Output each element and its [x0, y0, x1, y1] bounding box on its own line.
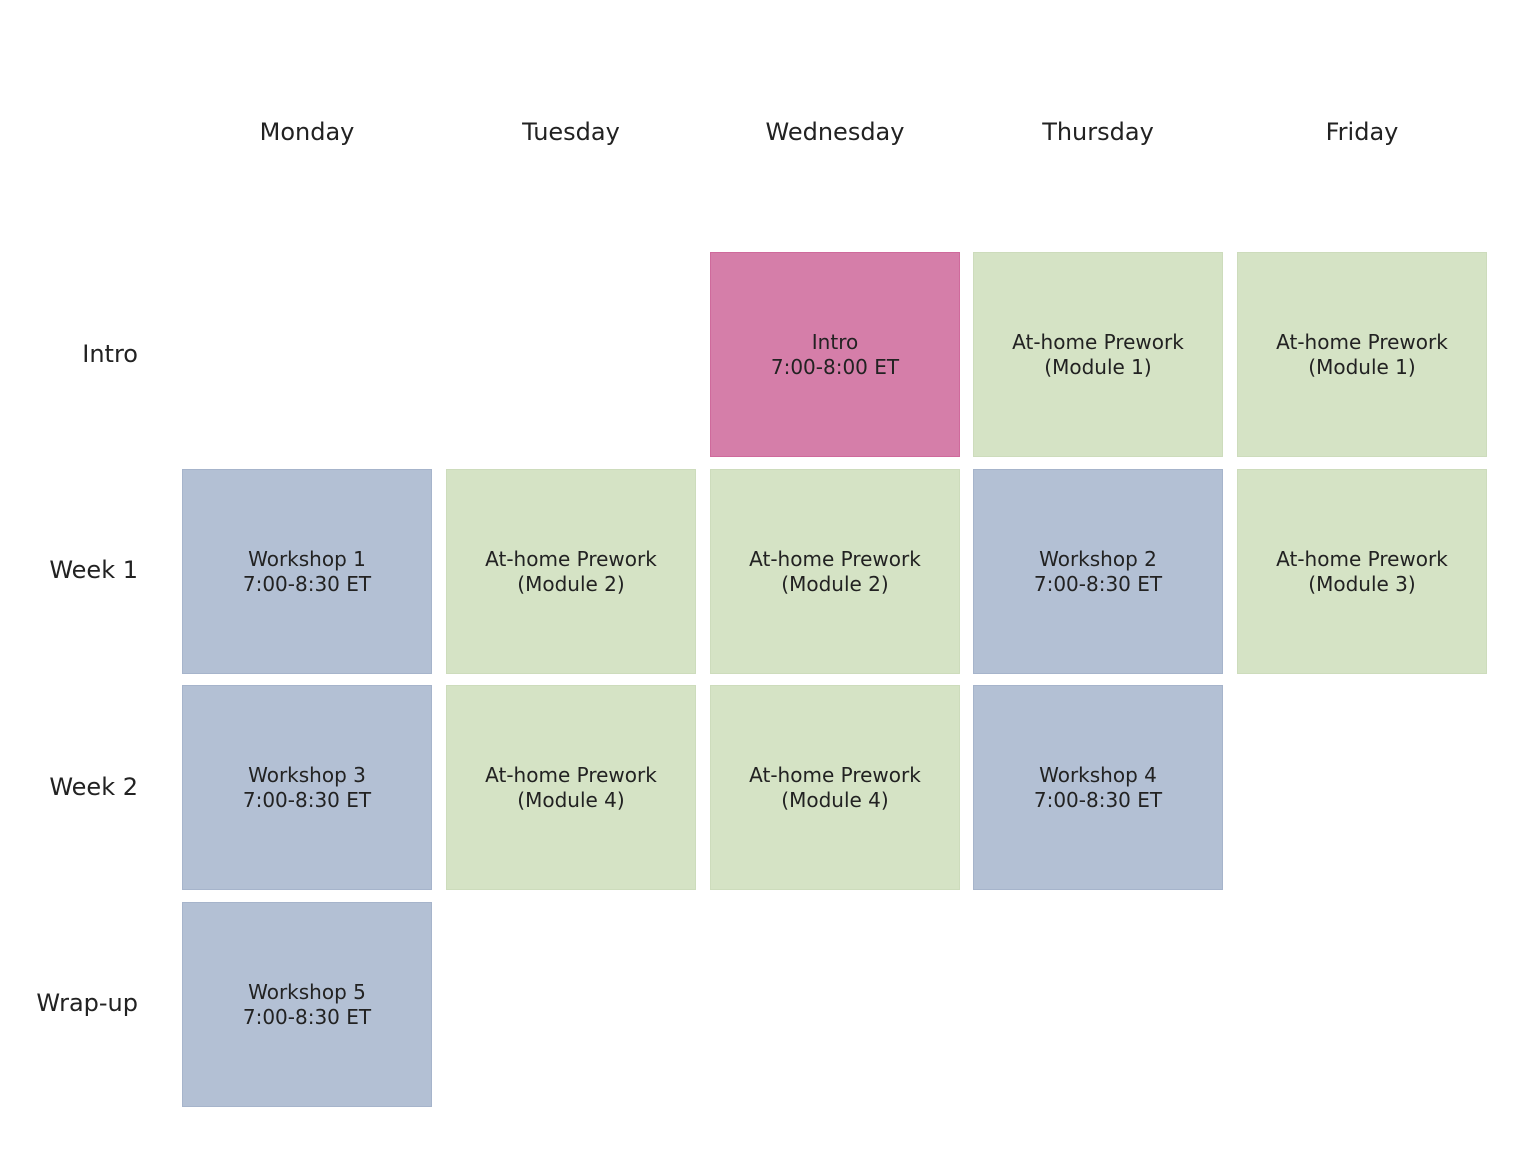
prework-cell: At-home Prework (Module 2): [446, 469, 696, 674]
cell-detail: 7:00-8:30 ET: [1033, 571, 1163, 596]
cell-title: At-home Prework: [749, 546, 921, 571]
workshop-cell: Workshop 4 7:00-8:30 ET: [973, 685, 1223, 890]
cell-detail: (Module 4): [517, 787, 625, 812]
cell-detail: (Module 1): [1308, 354, 1416, 379]
cell-detail: 7:00-8:30 ET: [242, 1004, 372, 1029]
row-header-week-1: Week 1: [49, 556, 138, 584]
workshop-cell: Workshop 3 7:00-8:30 ET: [182, 685, 432, 890]
cell-title: Intro: [811, 329, 859, 354]
workshop-cell: Workshop 2 7:00-8:30 ET: [973, 469, 1223, 674]
cell-detail: 7:00-8:30 ET: [242, 787, 372, 812]
cell-title: Workshop 5: [248, 979, 366, 1004]
cell-detail: 7:00-8:00 ET: [770, 354, 900, 379]
cell-detail: (Module 1): [1044, 354, 1152, 379]
column-header-thursday: Thursday: [1042, 118, 1154, 146]
cell-detail: (Module 3): [1308, 571, 1416, 596]
workshop-cell: Workshop 5 7:00-8:30 ET: [182, 902, 432, 1107]
column-header-tuesday: Tuesday: [522, 118, 620, 146]
cell-title: At-home Prework: [485, 762, 657, 787]
prework-cell: At-home Prework (Module 3): [1237, 469, 1487, 674]
column-header-wednesday: Wednesday: [765, 118, 905, 146]
prework-cell: At-home Prework (Module 2): [710, 469, 960, 674]
prework-cell: At-home Prework (Module 1): [1237, 252, 1487, 457]
column-header-monday: Monday: [259, 118, 355, 146]
workshop-cell: Workshop 1 7:00-8:30 ET: [182, 469, 432, 674]
prework-cell: At-home Prework (Module 4): [446, 685, 696, 890]
cell-detail: (Module 2): [517, 571, 625, 596]
cell-title: At-home Prework: [1276, 546, 1448, 571]
column-header-friday: Friday: [1325, 118, 1399, 146]
row-header-week-2: Week 2: [49, 773, 138, 801]
intro-cell: Intro 7:00-8:00 ET: [710, 252, 960, 457]
prework-cell: At-home Prework (Module 4): [710, 685, 960, 890]
cell-title: At-home Prework: [485, 546, 657, 571]
row-header-wrap-up: Wrap-up: [36, 989, 138, 1017]
cell-detail: (Module 2): [781, 571, 889, 596]
row-header-intro: Intro: [82, 340, 138, 368]
cell-title: Workshop 1: [248, 546, 366, 571]
cell-title: At-home Prework: [749, 762, 921, 787]
cell-detail: 7:00-8:30 ET: [1033, 787, 1163, 812]
cell-title: At-home Prework: [1012, 329, 1184, 354]
cell-title: Workshop 4: [1039, 762, 1157, 787]
cell-title: Workshop 3: [248, 762, 366, 787]
cell-title: At-home Prework: [1276, 329, 1448, 354]
cell-detail: (Module 4): [781, 787, 889, 812]
cell-title: Workshop 2: [1039, 546, 1157, 571]
cell-detail: 7:00-8:30 ET: [242, 571, 372, 596]
prework-cell: At-home Prework (Module 1): [973, 252, 1223, 457]
